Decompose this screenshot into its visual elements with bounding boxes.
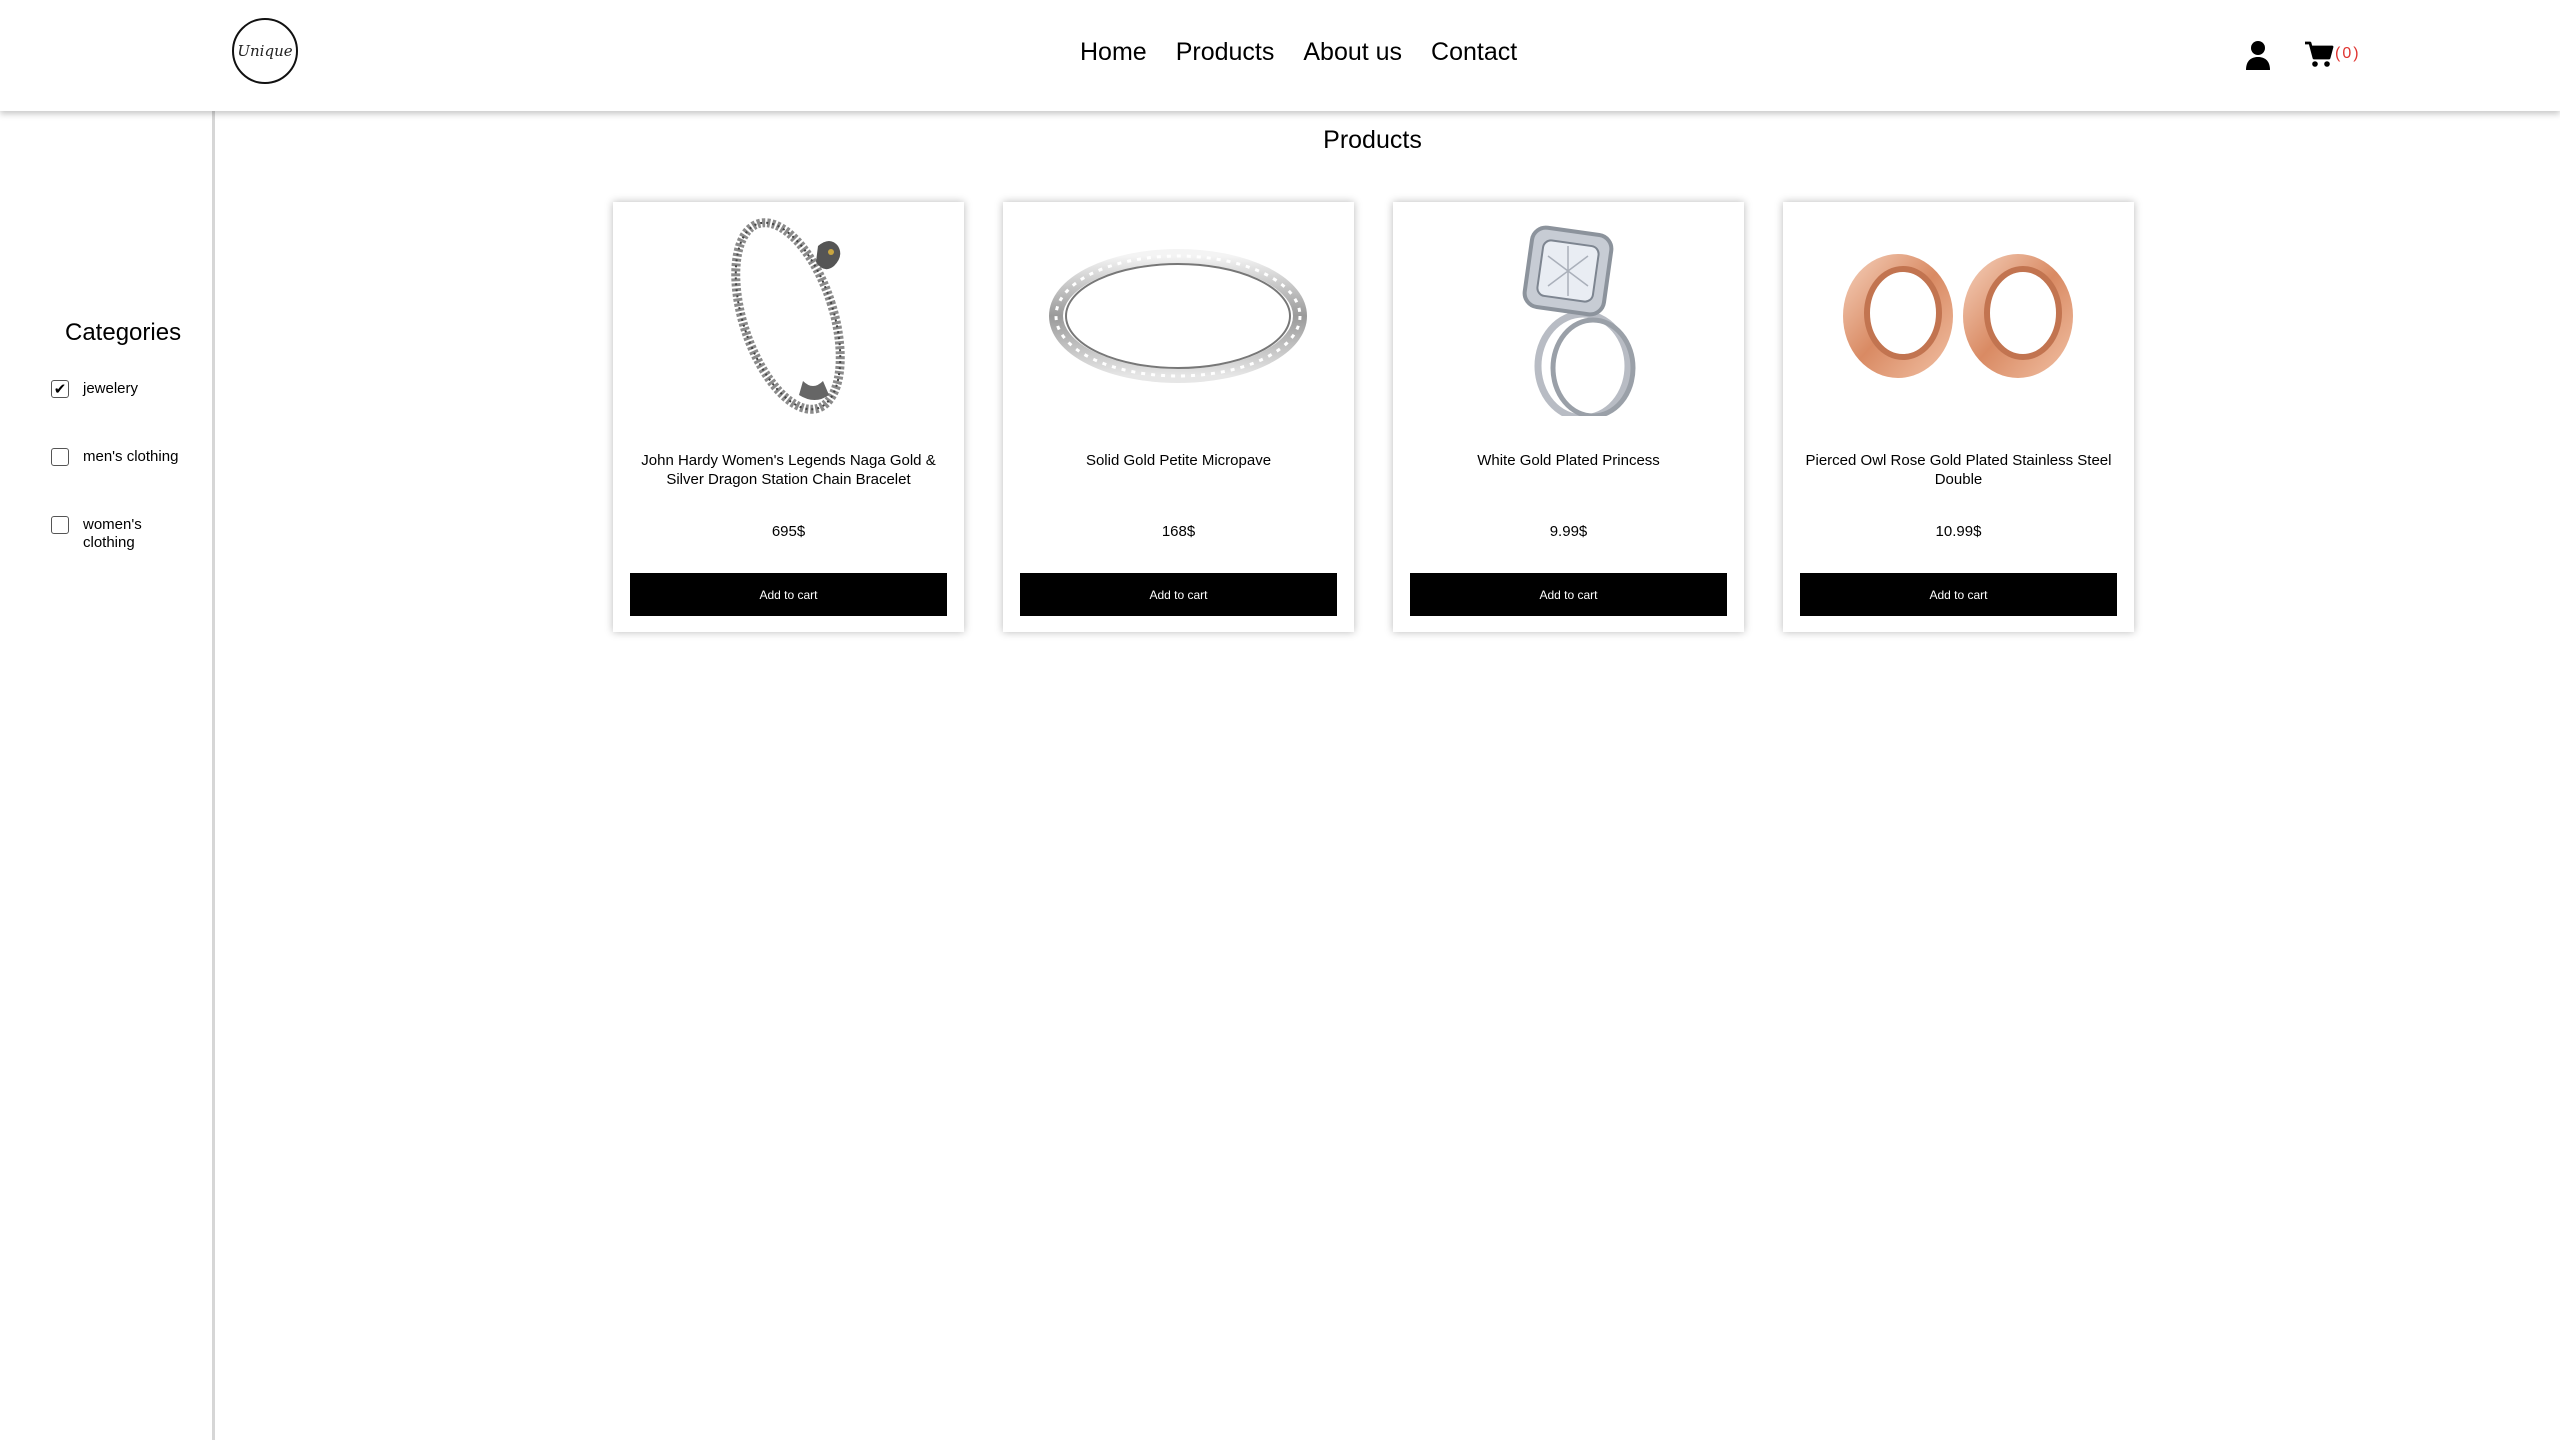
logo-text: Unique — [237, 42, 293, 60]
bracelet-image[interactable] — [653, 216, 924, 416]
product-name: Pierced Owl Rose Gold Plated Stainless S… — [1805, 452, 2112, 488]
category-womens-clothing[interactable]: women's clothing — [51, 516, 163, 552]
rose-gold-tunnels-image[interactable] — [1823, 216, 2094, 416]
category-label: women's clothing — [83, 516, 142, 551]
nav-products[interactable]: Products — [1176, 38, 1275, 67]
product-card: John Hardy Women's Legends Naga Gold & S… — [613, 202, 964, 632]
product-price: 168$ — [1161, 523, 1196, 540]
cart-icon — [2305, 41, 2334, 67]
add-to-cart-button[interactable]: Add to cart — [630, 573, 947, 616]
product-price: 9.99$ — [1549, 523, 1588, 540]
add-to-cart-button[interactable]: Add to cart — [1020, 573, 1337, 616]
main-nav: Home Products About us Contact — [1080, 38, 1517, 67]
product-card: Solid Gold Petite Micropave 168$ Add to … — [1003, 202, 1354, 632]
sidebar: Categories ✔ jewelery men's clothing wom… — [0, 111, 215, 1440]
checkbox[interactable] — [51, 448, 69, 466]
add-to-cart-button[interactable]: Add to cart — [1800, 573, 2117, 616]
product-name: Solid Gold Petite Micropave — [1085, 452, 1272, 469]
category-mens-clothing[interactable]: men's clothing — [51, 448, 193, 466]
silver-band-ring-image[interactable] — [1043, 216, 1314, 416]
product-card: Pierced Owl Rose Gold Plated Stainless S… — [1783, 202, 2134, 632]
nav-home[interactable]: Home — [1080, 38, 1147, 67]
category-jewelery[interactable]: ✔ jewelery — [51, 380, 193, 398]
cart-button[interactable]: (0) — [2304, 40, 2361, 68]
checkbox[interactable] — [51, 516, 69, 534]
product-name: John Hardy Women's Legends Naga Gold & S… — [641, 452, 936, 488]
site-header: Unique Home Products About us Contact (0… — [0, 0, 2560, 111]
product-price: 695$ — [771, 523, 806, 540]
category-label: jewelery — [83, 380, 139, 397]
cart-count: (0) — [2335, 45, 2361, 62]
product-name: White Gold Plated Princess — [1477, 452, 1660, 469]
nav-contact[interactable]: Contact — [1431, 38, 1517, 67]
checkbox[interactable]: ✔ — [51, 380, 69, 398]
user-icon[interactable] — [2244, 40, 2272, 70]
category-label: men's clothing — [83, 448, 179, 465]
nav-about-us[interactable]: About us — [1303, 38, 1402, 67]
product-card: White Gold Plated Princess 9.99$ Add to … — [1393, 202, 1744, 632]
diamond-ring-image[interactable] — [1433, 216, 1704, 416]
logo[interactable]: Unique — [232, 18, 298, 84]
product-price: 10.99$ — [1935, 523, 1982, 540]
categories-title: Categories — [65, 319, 182, 346]
page-title: Products — [1323, 126, 1422, 154]
add-to-cart-button[interactable]: Add to cart — [1410, 573, 1727, 616]
